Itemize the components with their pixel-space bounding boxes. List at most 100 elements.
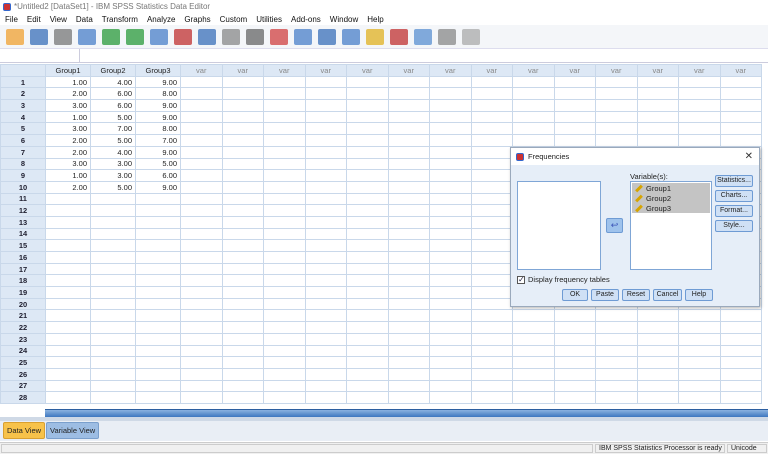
empty-cell[interactable] — [512, 321, 555, 334]
empty-cell[interactable] — [304, 169, 347, 182]
empty-cell[interactable] — [553, 75, 596, 89]
menu-custom[interactable]: Custom — [217, 15, 254, 24]
column-header-var[interactable]: var — [678, 64, 721, 77]
empty-cell[interactable] — [180, 391, 223, 404]
empty-cell[interactable] — [553, 99, 596, 112]
data-cell[interactable] — [45, 192, 91, 206]
empty-cell[interactable] — [553, 134, 596, 147]
empty-cell[interactable] — [387, 274, 430, 288]
empty-cell[interactable] — [719, 122, 762, 136]
show-all-icon[interactable] — [438, 28, 456, 45]
empty-cell[interactable] — [180, 134, 223, 147]
empty-cell[interactable] — [346, 239, 389, 252]
empty-cell[interactable] — [429, 215, 472, 229]
empty-cell[interactable] — [719, 134, 762, 147]
empty-cell[interactable] — [470, 169, 513, 182]
empty-cell[interactable] — [470, 75, 513, 89]
empty-cell[interactable] — [678, 391, 721, 404]
empty-cell[interactable] — [346, 99, 389, 112]
column-header-var[interactable]: var — [429, 64, 472, 77]
goto-variable-icon[interactable] — [174, 28, 192, 45]
row-header[interactable]: 16 — [0, 251, 46, 264]
empty-cell[interactable] — [429, 286, 472, 299]
data-cell[interactable] — [135, 344, 181, 358]
empty-cell[interactable] — [553, 122, 596, 136]
empty-cell[interactable] — [429, 262, 472, 276]
data-cell[interactable] — [135, 356, 181, 369]
empty-cell[interactable] — [346, 309, 389, 323]
row-header[interactable]: 27 — [0, 379, 46, 393]
empty-cell[interactable] — [636, 134, 679, 147]
empty-cell[interactable] — [636, 332, 679, 346]
empty-cell[interactable] — [387, 99, 430, 112]
empty-cell[interactable] — [595, 321, 638, 334]
empty-cell[interactable] — [470, 309, 513, 323]
empty-cell[interactable] — [221, 321, 264, 334]
empty-cell[interactable] — [636, 379, 679, 393]
data-cell[interactable] — [90, 192, 136, 206]
data-cell[interactable] — [45, 391, 91, 404]
data-cell[interactable] — [135, 192, 181, 206]
row-header[interactable]: 24 — [0, 344, 46, 358]
empty-cell[interactable] — [429, 87, 472, 101]
data-cell[interactable] — [135, 309, 181, 323]
empty-cell[interactable] — [180, 204, 223, 217]
empty-cell[interactable] — [346, 356, 389, 369]
empty-cell[interactable] — [470, 110, 513, 124]
empty-cell[interactable] — [221, 379, 264, 393]
empty-cell[interactable] — [387, 321, 430, 334]
column-header-group1[interactable]: Group1 — [45, 64, 91, 77]
empty-cell[interactable] — [304, 157, 347, 171]
data-cell[interactable] — [135, 204, 181, 217]
empty-cell[interactable] — [553, 379, 596, 393]
data-cell[interactable] — [90, 379, 136, 393]
empty-cell[interactable] — [263, 99, 306, 112]
data-cell[interactable] — [135, 332, 181, 346]
column-header-var[interactable]: var — [636, 64, 679, 77]
data-cell[interactable] — [45, 204, 91, 217]
empty-cell[interactable] — [595, 332, 638, 346]
empty-cell[interactable] — [304, 379, 347, 393]
empty-cell[interactable] — [553, 344, 596, 358]
empty-cell[interactable] — [387, 286, 430, 299]
empty-cell[interactable] — [387, 332, 430, 346]
empty-cell[interactable] — [719, 87, 762, 101]
data-cell[interactable] — [45, 227, 91, 241]
empty-cell[interactable] — [221, 239, 264, 252]
empty-cell[interactable] — [429, 122, 472, 136]
row-header[interactable]: 22 — [0, 321, 46, 334]
data-cell[interactable] — [135, 297, 181, 311]
empty-cell[interactable] — [304, 215, 347, 229]
empty-cell[interactable] — [429, 239, 472, 252]
empty-cell[interactable] — [221, 75, 264, 89]
empty-cell[interactable] — [304, 192, 347, 206]
empty-cell[interactable] — [470, 204, 513, 217]
menu-utilities[interactable]: Utilities — [253, 15, 288, 24]
empty-cell[interactable] — [263, 134, 306, 147]
empty-cell[interactable] — [636, 99, 679, 112]
data-cell[interactable] — [90, 367, 136, 381]
empty-cell[interactable] — [429, 227, 472, 241]
empty-cell[interactable] — [636, 87, 679, 101]
empty-cell[interactable] — [512, 367, 555, 381]
empty-cell[interactable] — [304, 344, 347, 358]
empty-cell[interactable] — [180, 239, 223, 252]
empty-cell[interactable] — [387, 262, 430, 276]
data-cell[interactable]: 1.00 — [45, 169, 91, 182]
empty-cell[interactable] — [346, 251, 389, 264]
empty-cell[interactable] — [678, 110, 721, 124]
column-header-group3[interactable]: Group3 — [135, 64, 181, 77]
empty-cell[interactable] — [304, 204, 347, 217]
data-cell[interactable] — [135, 286, 181, 299]
empty-cell[interactable] — [221, 297, 264, 311]
data-cell[interactable] — [45, 274, 91, 288]
data-cell[interactable] — [45, 239, 91, 252]
row-header[interactable]: 2 — [0, 87, 46, 101]
empty-cell[interactable] — [221, 227, 264, 241]
empty-cell[interactable] — [512, 122, 555, 136]
empty-cell[interactable] — [595, 122, 638, 136]
save-icon[interactable] — [30, 28, 48, 45]
column-header-var[interactable]: var — [512, 64, 555, 77]
empty-cell[interactable] — [636, 356, 679, 369]
empty-cell[interactable] — [263, 145, 306, 159]
